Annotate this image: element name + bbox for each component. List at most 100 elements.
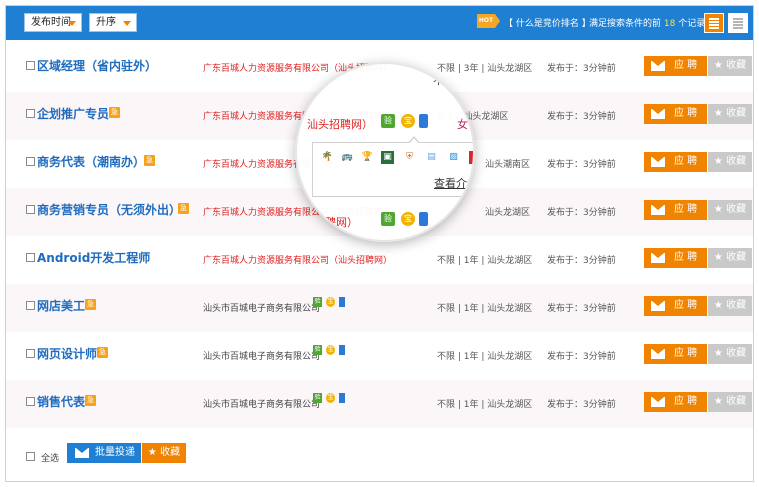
sort-order-label: 升序 — [96, 17, 116, 28]
job-checkbox[interactable] — [26, 109, 35, 118]
favorite-button[interactable]: ★ 收藏 — [708, 152, 752, 172]
favorite-button[interactable]: ★ 收藏 — [708, 200, 752, 220]
favorite-button[interactable]: ★ 收藏 — [708, 56, 752, 76]
job-checkbox[interactable] — [26, 301, 35, 310]
bao-icon: 宝 — [326, 297, 335, 307]
urgent-badge: 急 — [178, 203, 189, 214]
verified-icon: 验 — [381, 212, 395, 226]
star-icon: ★ — [713, 396, 723, 407]
company-link[interactable]: 汕头市百城电子商务有限公司 — [203, 301, 320, 314]
publish-time: 发布于：3分钟前 — [547, 400, 616, 410]
mobile-icon — [339, 393, 345, 403]
apply-button[interactable]: 应 聘 — [644, 296, 707, 316]
yen-icon: ¥ — [469, 151, 473, 164]
apply-button[interactable]: 应 聘 — [644, 152, 707, 172]
bulk-actions-bar: 全选 批量投递 ★ 收藏 — [6, 434, 753, 482]
magnifier-lens: 不限 汕头招聘网） 验 宝 女 🌴 🚌 🏆 ▣ ⛨ ▤ ▨ ¥ 查看介绍>> 聘… — [295, 62, 475, 242]
company-link[interactable]: 汕头市百城电子商务有限公司 — [203, 349, 320, 362]
list-toolbar: 发布时间 升序 HOT 【 什么是竞价排名 】 满足搜索条件的前 18 个记录 — [6, 6, 753, 40]
apply-button[interactable]: 应 聘 — [644, 104, 707, 124]
job-title-link[interactable]: 商务营销专员（无须外出） — [37, 201, 181, 218]
job-title-link[interactable]: Android开发工程师 — [37, 249, 150, 266]
lens-gender: 女 — [457, 118, 468, 131]
chevron-down-icon — [68, 21, 76, 26]
favorite-button[interactable]: ★ 收藏 — [708, 104, 752, 124]
urgent-badge: 急 — [85, 299, 96, 310]
publish-time: 发布于：3分钟前 — [547, 352, 616, 362]
publish-time: 发布于：3分钟前 — [547, 112, 616, 122]
publish-time: 发布于：3分钟前 — [547, 208, 616, 218]
job-row: Android开发工程师 广东百城人力资源服务有限公司（汕头招聘网） 不限 | … — [6, 236, 753, 284]
star-icon: ★ — [713, 300, 723, 311]
job-meta: 汕头潮南区 — [485, 160, 531, 170]
mobile-icon — [419, 114, 428, 128]
apply-button[interactable]: 应 聘 — [644, 56, 707, 76]
apply-button[interactable]: 应 聘 — [644, 200, 707, 220]
publish-time: 发布于：3分钟前 — [547, 256, 616, 266]
job-title-link[interactable]: 区域经理（省内驻外） — [37, 57, 157, 74]
job-title-link[interactable]: 网页设计师 — [37, 345, 97, 362]
job-title-link[interactable]: 企划推广专员 — [37, 105, 109, 122]
envelope-icon — [651, 205, 665, 215]
envelope-icon — [651, 397, 665, 407]
ranking-help-link[interactable]: 【 什么是竞价排名 】 — [504, 16, 591, 29]
star-icon: ★ — [713, 252, 723, 263]
verified-icon: 验 — [313, 393, 322, 403]
chevron-down-icon — [123, 21, 131, 26]
bao-icon: 宝 — [326, 393, 335, 403]
favorite-button[interactable]: ★ 收藏 — [708, 392, 752, 412]
palm-tree-icon: 🌴 — [321, 152, 334, 162]
star-icon: ★ — [713, 156, 723, 167]
job-title-link[interactable]: 销售代表 — [37, 393, 85, 410]
sort-order-dropdown[interactable]: 升序 — [89, 13, 137, 32]
job-meta: 不限 | 1年 | 汕头龙湖区 — [437, 352, 533, 362]
job-checkbox[interactable] — [26, 205, 35, 214]
apply-button[interactable]: 应 聘 — [644, 344, 707, 364]
star-icon: ★ — [713, 348, 723, 359]
verified-icon: 验 — [313, 297, 322, 307]
trophy-icon: 🏆 — [361, 152, 374, 162]
job-list-panel: 发布时间 升序 HOT 【 什么是竞价排名 】 满足搜索条件的前 18 个记录 … — [5, 5, 754, 482]
batch-favorite-button[interactable]: ★ 收藏 — [142, 443, 186, 463]
job-checkbox[interactable] — [26, 61, 35, 70]
list-view-button[interactable] — [704, 13, 724, 33]
job-checkbox[interactable] — [26, 397, 35, 406]
job-checkbox[interactable] — [26, 157, 35, 166]
batch-apply-button[interactable]: 批量投递 — [67, 443, 141, 463]
detail-view-button[interactable] — [728, 13, 748, 33]
job-checkbox[interactable] — [26, 349, 35, 358]
bao-icon: 宝 — [326, 345, 335, 355]
star-icon: ★ — [713, 204, 723, 215]
urgent-badge: 急 — [109, 107, 120, 118]
apply-button[interactable]: 应 聘 — [644, 392, 707, 412]
favorite-button[interactable]: ★ 收藏 — [708, 296, 752, 316]
popup-pointer-inner — [409, 138, 419, 144]
company-badges-popup: 🌴 🚌 🏆 ▣ ⛨ ▤ ▨ ¥ 查看介绍>> — [312, 136, 473, 197]
hot-badge-tail — [495, 14, 500, 28]
mobile-icon — [339, 297, 345, 307]
select-all-checkbox[interactable] — [26, 452, 35, 461]
sort-time-dropdown[interactable]: 发布时间 — [24, 13, 82, 32]
company-link[interactable]: 广东百城人力资源服务有限公司（汕头招聘网） — [203, 253, 392, 266]
urgent-badge: 急 — [97, 347, 108, 358]
envelope-icon — [651, 349, 665, 359]
detail-view-icon — [733, 18, 743, 30]
company-link[interactable]: 汕头市百城电子商务有限公司 — [203, 397, 320, 410]
view-intro-link[interactable]: 查看介绍>> — [434, 175, 473, 191]
verified-icon: 验 — [313, 345, 322, 355]
envelope-icon — [651, 157, 665, 167]
publish-time: 发布于：3分钟前 — [547, 64, 616, 74]
apply-button[interactable]: 应 聘 — [644, 248, 707, 268]
bus-icon: 🚌 — [341, 152, 354, 162]
lens-company-name-2: 聘网） — [325, 216, 358, 229]
job-title-link[interactable]: 商务代表（潮南办） — [37, 153, 145, 170]
star-icon: ★ — [713, 60, 723, 71]
job-row: 网页设计师 急 汕头市百城电子商务有限公司 验 宝 不限 | 1年 | 汕头龙湖… — [6, 332, 753, 380]
list-view-icon — [709, 18, 719, 30]
favorite-button[interactable]: ★ 收藏 — [708, 344, 752, 364]
favorite-button[interactable]: ★ 收藏 — [708, 248, 752, 268]
job-meta: 不限 | 1年 | 汕头龙湖区 — [437, 256, 533, 266]
job-title-link[interactable]: 网店美工 — [37, 297, 85, 314]
job-checkbox[interactable] — [26, 253, 35, 262]
envelope-icon — [651, 109, 665, 119]
